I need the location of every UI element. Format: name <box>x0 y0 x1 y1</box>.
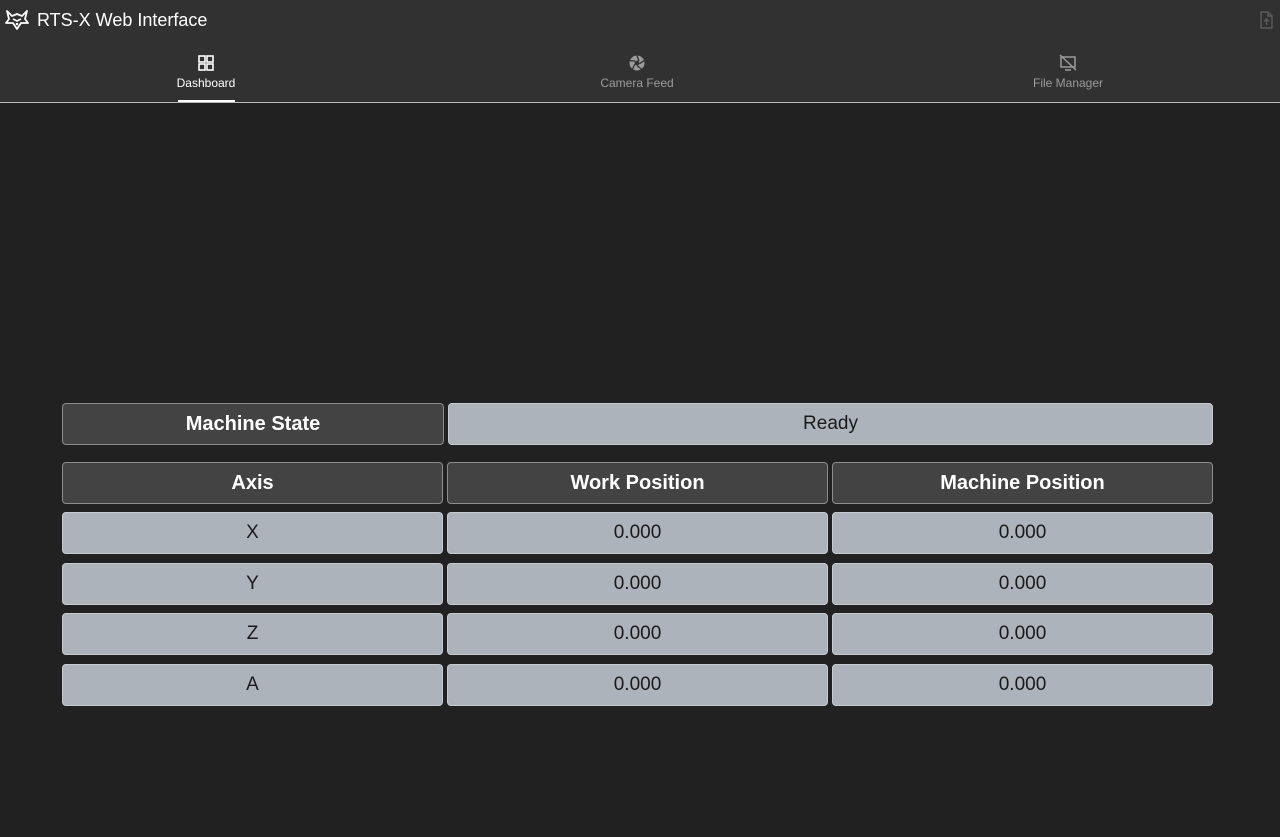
fox-logo-icon <box>5 10 29 30</box>
tab-file-manager[interactable]: File Manager <box>1010 50 1126 102</box>
work-position-cell: 0.000 <box>447 613 828 655</box>
column-header-axis: Axis <box>62 462 443 504</box>
machine-position-cell: 0.000 <box>832 512 1213 554</box>
axis-cell: A <box>62 664 443 706</box>
camera-aperture-icon <box>629 55 645 71</box>
dashboard-icon <box>198 55 214 71</box>
machine-state-label: Machine State <box>62 403 444 445</box>
axis-cell: Z <box>62 613 443 655</box>
machine-position-cell: 0.000 <box>832 613 1213 655</box>
upload-file-button[interactable] <box>1256 10 1276 30</box>
tab-bar: Dashboard Camera Feed File Manager <box>0 50 1280 102</box>
work-position-cell: 0.000 <box>447 664 828 706</box>
machine-state-value: Ready <box>448 403 1213 445</box>
display-off-icon <box>1059 54 1077 71</box>
app-title: RTS-X Web Interface <box>37 10 208 30</box>
column-header-work-position: Work Position <box>447 462 828 504</box>
top-bar: RTS-X Web Interface Dashboard Camera Fee… <box>0 0 1280 103</box>
tab-dashboard[interactable]: Dashboard <box>150 50 262 102</box>
work-position-cell: 0.000 <box>447 563 828 605</box>
app-window: RTS-X Web Interface Dashboard Camera Fee… <box>0 0 1280 837</box>
tab-camera-feed[interactable]: Camera Feed <box>580 50 694 102</box>
column-header-machine-position: Machine Position <box>832 462 1213 504</box>
work-position-cell: 0.000 <box>447 512 828 554</box>
axis-cell: Y <box>62 563 443 605</box>
tab-file-manager-label: File Manager <box>1032 76 1104 90</box>
title-row: RTS-X Web Interface <box>0 0 1280 40</box>
tab-camera-feed-label: Camera Feed <box>600 76 674 90</box>
tab-dashboard-label: Dashboard <box>176 76 236 90</box>
file-upload-icon <box>1260 11 1273 29</box>
axis-cell: X <box>62 512 443 554</box>
machine-position-cell: 0.000 <box>832 664 1213 706</box>
machine-position-cell: 0.000 <box>832 563 1213 605</box>
active-tab-indicator <box>178 100 235 102</box>
